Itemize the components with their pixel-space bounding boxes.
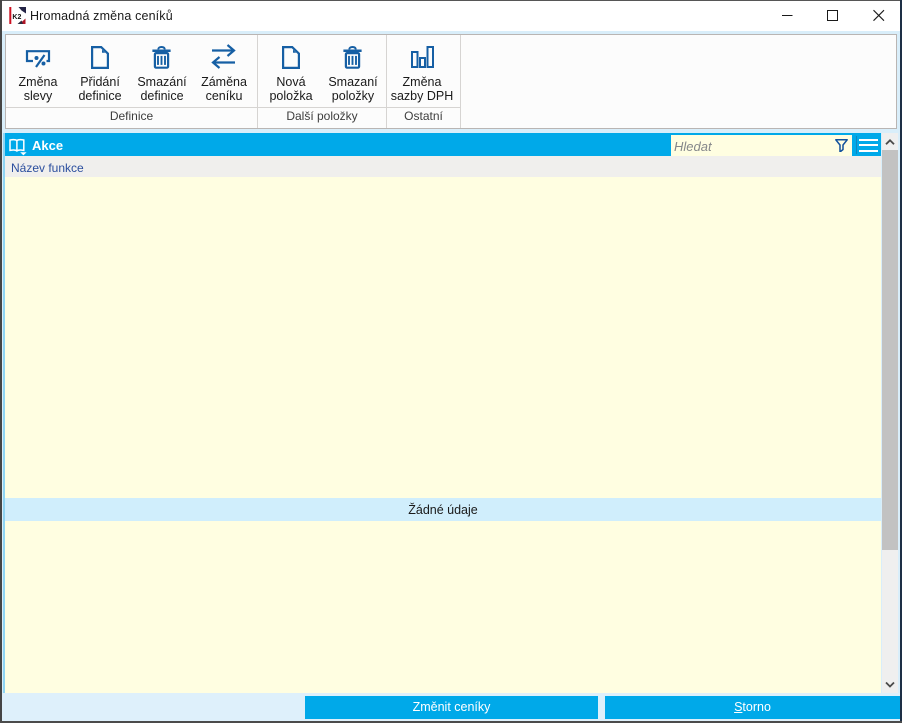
svg-text:K2: K2: [12, 14, 21, 21]
